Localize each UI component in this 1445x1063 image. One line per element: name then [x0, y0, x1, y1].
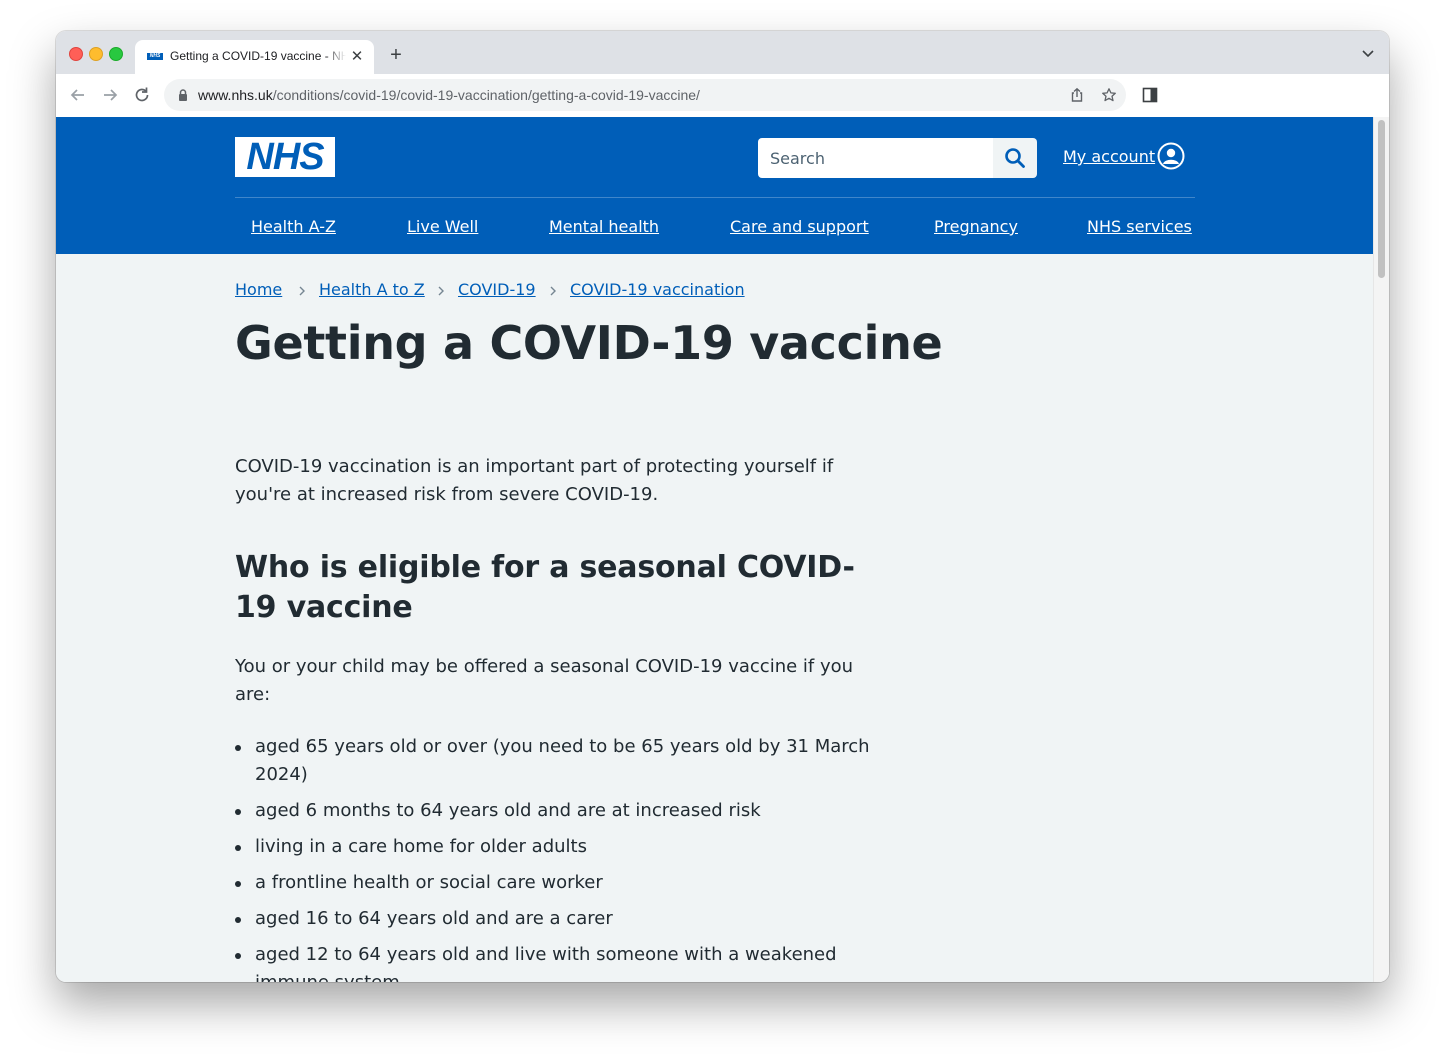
bullet-icon [235, 745, 241, 751]
forward-arrow-icon[interactable] [100, 85, 120, 105]
search-icon [1005, 148, 1025, 168]
nhs-logo[interactable]: NHS [235, 137, 335, 177]
bullet-icon [235, 917, 241, 923]
list-item: aged 65 years old or over (you need to b… [235, 733, 875, 789]
address-bar[interactable]: www.nhs.uk/conditions/covid-19/covid-19-… [164, 79, 1126, 111]
eligibility-intro: You or your child may be offered a seaso… [235, 656, 854, 705]
lead-paragraph: COVID-19 vaccination is an important par… [235, 456, 834, 505]
eligibility-heading: Who is eligible for a seasonal COVID-19 … [235, 550, 855, 625]
share-icon[interactable] [1069, 87, 1085, 103]
list-item-text: aged 65 years old or over (you need to b… [255, 736, 870, 785]
nav-mental-health[interactable]: Mental health [549, 217, 659, 239]
maximize-window-button[interactable] [109, 47, 123, 61]
list-item-text: aged 12 to 64 years old and live with so… [255, 944, 837, 982]
search-input[interactable] [758, 138, 993, 178]
bookmark-star-icon[interactable] [1101, 87, 1117, 103]
header-divider [235, 197, 1195, 198]
side-panel-icon[interactable] [1142, 87, 1158, 103]
nav-health-a-z[interactable]: Health A-Z [251, 217, 336, 239]
list-item: living in a care home for older adults [235, 833, 875, 861]
url-path: /conditions/covid-19/covid-19-vaccinatio… [272, 87, 700, 103]
list-item-text: living in a care home for older adults [255, 836, 587, 857]
active-tab[interactable]: NHS Getting a COVID-19 vaccine - NHS ✕ [135, 40, 374, 74]
new-tab-button[interactable]: + [386, 45, 406, 65]
url-host: www.nhs.uk [198, 87, 273, 103]
tab-strip: NHS Getting a COVID-19 vaccine - NHS ✕ + [56, 31, 1389, 74]
close-window-button[interactable] [69, 47, 83, 61]
list-item-text: aged 16 to 64 years old and are a carer [255, 908, 613, 929]
nav-pregnancy[interactable]: Pregnancy [934, 217, 1018, 239]
back-arrow-icon[interactable] [68, 85, 88, 105]
chevron-right-icon [549, 284, 557, 296]
reload-icon[interactable] [132, 85, 152, 105]
search-field-container [758, 138, 993, 178]
search-button[interactable] [993, 138, 1037, 178]
bullet-icon [235, 809, 241, 815]
nav-live-well[interactable]: Live Well [407, 217, 478, 239]
breadcrumb-health-a-to-z[interactable]: Health A to Z [319, 280, 425, 300]
bullet-icon [235, 953, 241, 959]
tab-title: Getting a COVID-19 vaccine - NHS [170, 49, 346, 63]
bullet-icon [235, 881, 241, 887]
list-item: a frontline health or social care worker [235, 869, 875, 897]
list-item: aged 12 to 64 years old and live with so… [235, 941, 875, 982]
page-title: Getting a COVID-19 vaccine [235, 316, 943, 370]
lock-icon[interactable] [177, 88, 189, 102]
user-account-icon[interactable] [1157, 142, 1185, 170]
bullet-icon [235, 845, 241, 851]
nhs-logo-text: NHS [246, 136, 324, 178]
list-item-text: aged 6 months to 64 years old and are at… [255, 800, 761, 821]
minimize-window-button[interactable] [89, 47, 103, 61]
chevron-right-icon [298, 284, 306, 296]
eligibility-list: aged 65 years old or over (you need to b… [235, 733, 875, 982]
nav-nhs-services[interactable]: NHS services [1087, 217, 1192, 239]
vertical-scrollbar[interactable] [1373, 117, 1389, 982]
page-viewport: NHS My account Health A-Z Live Well Ment… [56, 117, 1389, 982]
browser-toolbar: www.nhs.uk/conditions/covid-19/covid-19-… [56, 74, 1389, 118]
chevron-right-icon [437, 284, 445, 296]
tab-search-chevron-icon[interactable] [1361, 46, 1375, 60]
list-item-text: a frontline health or social care worker [255, 872, 603, 893]
scrollbar-thumb[interactable] [1378, 120, 1385, 278]
my-account-link[interactable]: My account [1063, 147, 1155, 169]
list-item: aged 6 months to 64 years old and are at… [235, 797, 875, 825]
nhs-header: NHS My account Health A-Z Live Well Ment… [56, 117, 1374, 254]
nhs-favicon-icon: NHS [147, 53, 163, 60]
list-item: aged 16 to 64 years old and are a carer [235, 905, 875, 933]
tab-close-icon[interactable]: ✕ [348, 48, 366, 66]
browser-window: NHS Getting a COVID-19 vaccine - NHS ✕ +… [56, 31, 1389, 982]
breadcrumb-covid-19-vaccination[interactable]: COVID-19 vaccination [570, 280, 745, 300]
url-text[interactable]: www.nhs.uk/conditions/covid-19/covid-19-… [198, 87, 700, 103]
nav-care-and-support[interactable]: Care and support [730, 217, 869, 239]
breadcrumb-home[interactable]: Home [235, 280, 282, 300]
breadcrumb-covid-19[interactable]: COVID-19 [458, 280, 536, 300]
